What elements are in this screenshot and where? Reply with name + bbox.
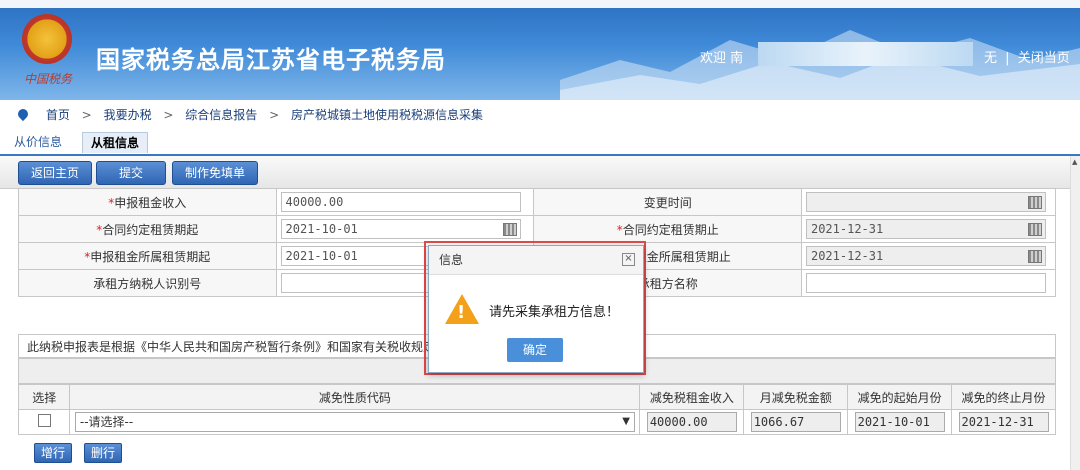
field-input[interactable] (805, 273, 1046, 293)
back-home-button[interactable]: 返回主页 (18, 161, 93, 185)
col-monthly-relief-header: 月减免税金额 (743, 384, 849, 410)
field-input[interactable]: 2021-12-31 (805, 219, 1046, 239)
field-label: *合同约定租赁期止 (533, 215, 802, 243)
info-dialog: 信息 × ! 请先采集承租方信息！ 确定 (428, 245, 644, 373)
add-row-button[interactable]: 增行 (34, 443, 73, 463)
tab-price-info[interactable]: 从价信息 (6, 132, 70, 152)
redacted-username (758, 42, 973, 66)
tab-rent-info[interactable]: 从租信息 (82, 132, 149, 153)
breadcrumb-report[interactable]: 综合信息报告 (185, 108, 257, 122)
field-cell (800, 269, 1057, 297)
relief-header-row: 选择 减免性质代码 减免税租金收入 月减免税金额 减免的起始月份 减免的终止月份 (17, 384, 1056, 410)
form-row: *申报租金收入 40000.00 变更时间 (18, 188, 1057, 216)
site-title: 国家税务总局江苏省电子税务局 (96, 46, 446, 74)
relief-code-placeholder: --请选择-- (79, 415, 134, 429)
make-form-button[interactable]: 制作免填单 (172, 161, 259, 185)
close-page-link[interactable]: 关闭当页 (1018, 51, 1070, 66)
field-input[interactable]: 40000.00 (280, 192, 521, 212)
field-input[interactable] (805, 192, 1046, 212)
breadcrumb-home[interactable]: 首页 (46, 108, 70, 122)
relief-income-field[interactable]: 40000.00 (646, 412, 737, 432)
dialog-title: 信息 (439, 253, 464, 267)
ok-button[interactable]: 确定 (507, 338, 563, 362)
dialog-header: 信息 × (429, 246, 643, 275)
col-start-month-header: 减免的起始月份 (847, 384, 953, 410)
field-label: 变更时间 (533, 188, 802, 216)
field-label: 承租方纳税人识别号 (18, 269, 277, 297)
field-label-text: 承租方纳税人识别号 (93, 276, 202, 291)
top-strip (0, 0, 1080, 8)
monthly-relief-field[interactable]: 1066.67 (750, 412, 841, 432)
field-input[interactable]: 2021-12-31 (805, 246, 1046, 266)
field-label-text: 申报租金所属租赁期起 (90, 249, 211, 264)
dialog-message: 请先采集承租方信息！ (489, 305, 620, 320)
calendar-icon[interactable] (1027, 250, 1042, 263)
close-icon[interactable]: × (622, 253, 635, 266)
field-cell (800, 188, 1057, 216)
breadcrumb-separator: > (81, 108, 92, 122)
breadcrumb-tax[interactable]: 我要办税 (104, 108, 152, 122)
breadcrumb-current: 房产税城镇土地使用税税源信息采集 (291, 108, 484, 122)
start-month-field[interactable]: 2021-10-01 (854, 412, 945, 432)
emblem-text: 中国税务 (24, 72, 73, 86)
field-input[interactable]: 2021-10-01 (280, 219, 521, 239)
field-label-text: 变更时间 (643, 195, 692, 210)
table-row: --请选择-- ▼ 40000.00 1066.67 2021-10-01 202… (17, 409, 1056, 435)
relief-table: 选择 减免性质代码 减免税租金收入 月减免税金额 减免的起始月份 减免的终止月份… (17, 384, 1056, 435)
field-label-text: 合同约定租赁期起 (102, 222, 199, 237)
calendar-icon[interactable] (1027, 196, 1042, 209)
field-value: 2021-10-01 (285, 249, 358, 263)
location-pin-icon (15, 106, 31, 122)
field-label-text: 合同约定租赁期止 (622, 222, 719, 237)
end-month-field[interactable]: 2021-12-31 (958, 412, 1049, 432)
header-banner: 中国税务 国家税务总局江苏省电子税务局 欢迎 南 无 | 关闭当页 (0, 0, 1080, 100)
calendar-icon[interactable] (1027, 223, 1042, 236)
col-select-header: 选择 (17, 384, 71, 410)
col-relief-income-header: 减免税租金收入 (639, 384, 745, 410)
field-label-text: 承租方名称 (637, 276, 698, 291)
toolbar: 返回主页 提交 制作免填单 (0, 156, 1072, 189)
submit-button[interactable]: 提交 (96, 161, 167, 185)
field-cell: 2021-12-31 (800, 215, 1057, 243)
scrollbar[interactable]: ▲ (1070, 156, 1080, 470)
calendar-icon[interactable] (502, 223, 517, 236)
breadcrumb-bar: 首页 > 我要办税 > 综合信息报告 > 房产税城镇土地使用税税源信息采集 (0, 100, 1080, 128)
field-label-text: 申报租金收入 (114, 195, 187, 210)
welcome-text: 欢迎 南 (700, 51, 744, 66)
col-relief-code-header: 减免性质代码 (69, 384, 641, 410)
row-checkbox[interactable] (37, 414, 51, 427)
field-label: *申报租金收入 (18, 188, 277, 216)
breadcrumb-separator: > (163, 108, 174, 122)
scroll-up-icon[interactable]: ▲ (1072, 158, 1077, 166)
field-cell: 2021-10-01 (275, 215, 535, 243)
breadcrumb-separator: > (269, 108, 280, 122)
delete-row-button[interactable]: 删行 (84, 443, 123, 463)
chevron-down-icon: ▼ (622, 416, 630, 427)
tab-bar: 从价信息 从租信息 (0, 130, 1080, 156)
form-row: *合同约定租赁期起 2021-10-01 *合同约定租赁期止 2021-12-31 (18, 215, 1057, 243)
col-end-month-header: 减免的终止月份 (951, 384, 1056, 410)
warning-exclamation: ! (457, 302, 466, 323)
top-link-none[interactable]: 无 (984, 51, 997, 66)
tax-emblem-icon (22, 14, 72, 64)
top-link-separator: | (1005, 51, 1010, 66)
field-value: 2021-12-31 (810, 222, 884, 236)
field-value: 2021-10-01 (285, 222, 358, 236)
relief-code-select[interactable]: --请选择-- ▼ (74, 412, 635, 432)
field-cell: 40000.00 (275, 188, 535, 216)
breadcrumb: 首页 > 我要办税 > 综合信息报告 > 房产税城镇土地使用税税源信息采集 (15, 106, 484, 123)
field-value: 2021-12-31 (810, 249, 884, 263)
top-links: 无 | 关闭当页 (982, 47, 1072, 66)
field-label: *申报租金所属租赁期起 (18, 242, 277, 270)
field-cell: 2021-12-31 (800, 242, 1057, 270)
field-label: *合同约定租赁期起 (18, 215, 277, 243)
field-value: 40000.00 (285, 195, 344, 209)
